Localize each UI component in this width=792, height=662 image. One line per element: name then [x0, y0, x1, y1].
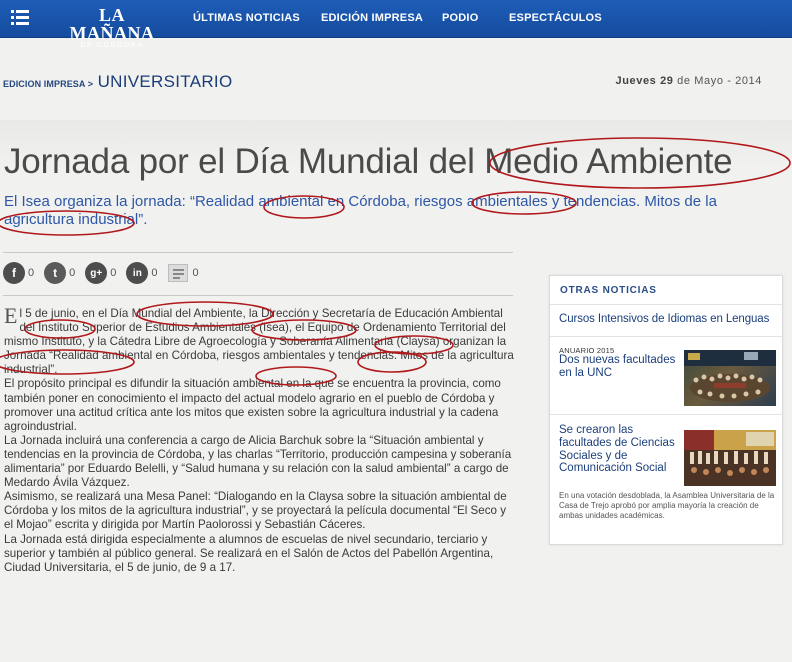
sidebar-divider-2 [550, 336, 784, 337]
linkedin-share-icon[interactable]: in [126, 262, 149, 284]
sidebar-thumbnail-vote[interactable] [684, 430, 776, 486]
top-nav-bar: LA MAÑANA DE CÓRDOBA ÚLTIMAS NOTICIAS ED… [0, 0, 792, 49]
sidebar-item-dos-facultades[interactable]: Dos nuevas facultades en la UNC [559, 354, 677, 380]
nav-link-ultimas-noticias[interactable]: ÚLTIMAS NOTICIAS [193, 12, 300, 24]
nav-link-espectaculos[interactable]: ESPECTÁCULOS [509, 12, 602, 24]
date-rest: de Mayo - 2014 [677, 75, 762, 87]
divider-top [3, 252, 513, 253]
sidebar-item-description: En una votación desdoblada, la Asamblea … [559, 491, 775, 520]
google-plus-count: 0 [110, 267, 117, 279]
sidebar-thumbnail-assembly[interactable] [684, 350, 776, 406]
facebook-share-icon[interactable]: f [3, 262, 25, 284]
site-logo[interactable]: LA MAÑANA DE CÓRDOBA [64, 6, 160, 49]
paragraph-4: Asimismo, se realizará una Mesa Panel: “… [4, 490, 507, 532]
edition-date: Jueves 29 de Mayo - 2014 [615, 75, 762, 87]
twitter-count: 0 [69, 267, 76, 279]
hamburger-menu-icon[interactable] [11, 10, 29, 26]
google-plus-share-icon[interactable]: g+ [85, 262, 108, 284]
article-subtitle: El Isea organiza la jornada: “Realidad a… [4, 193, 717, 228]
sidebar-item-idiomas[interactable]: Cursos Intensivos de Idiomas en Lenguas [559, 313, 769, 325]
article-title: Jornada por el Día Mundial del Medio Amb… [4, 142, 733, 181]
comment-count: 0 [192, 267, 199, 279]
sidebar-item-nuevas-facultades[interactable]: Se crearon las facultades de Ciencias So… [559, 424, 677, 475]
other-news-sidebar: OTRAS NOTICIAS Cursos Intensivos de Idio… [549, 275, 784, 545]
date-day: Jueves [615, 75, 657, 87]
sidebar-divider-3 [550, 414, 784, 415]
article-body: El 5 de junio, en el Día Mundial del Amb… [4, 303, 516, 575]
logo-main-text: LA MAÑANA [69, 5, 155, 43]
nav-link-edicion-impresa[interactable]: EDICIÓN IMPRESA [321, 12, 423, 24]
twitter-share-icon[interactable]: t [44, 262, 67, 284]
social-share-row: f 0 t 0 g+ 0 in 0 0 [3, 262, 209, 284]
date-number: 29 [660, 75, 674, 87]
divider-bottom [3, 295, 513, 296]
sidebar-divider-1 [550, 304, 784, 305]
logo-sub-text: DE CÓRDOBA [80, 42, 144, 49]
paragraph-5: La Jornada está dirigida especialmente a… [4, 532, 494, 574]
sidebar-heading: OTRAS NOTICIAS [560, 285, 657, 296]
paragraph-1: El 5 de junio, en el Día Mundial del Amb… [4, 303, 514, 377]
breadcrumb: EDICION IMPRESA > UNIVERSITARIO [3, 72, 232, 92]
breadcrumb-parent[interactable]: EDICION IMPRESA > [3, 79, 93, 89]
nav-link-podio[interactable]: PODIO [442, 12, 478, 24]
paragraph-3: La Jornada incluirá una conferencia a ca… [4, 433, 512, 490]
paragraph-2: El propósito principal es difundir la si… [4, 377, 501, 433]
linkedin-count: 0 [151, 267, 158, 279]
drop-cap: E [4, 303, 18, 328]
facebook-count: 0 [28, 267, 35, 279]
breadcrumb-current[interactable]: UNIVERSITARIO [98, 72, 233, 91]
comment-icon[interactable] [167, 264, 188, 282]
